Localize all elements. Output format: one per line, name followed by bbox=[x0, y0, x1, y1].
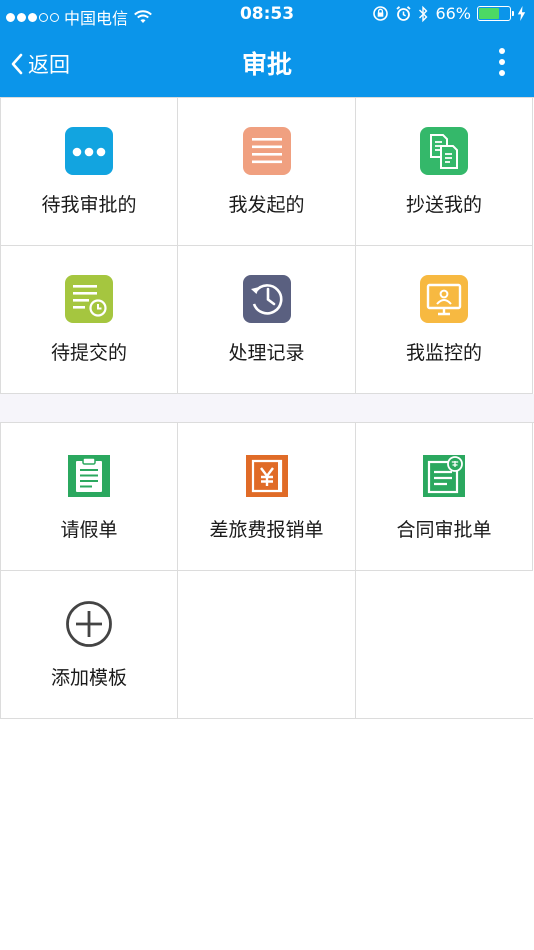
empty-cell bbox=[356, 571, 533, 719]
more-vertical-icon bbox=[499, 48, 505, 54]
list-lines-icon bbox=[242, 127, 291, 175]
cell-label: 差旅费报销单 bbox=[209, 519, 324, 541]
yen-receipt-icon bbox=[245, 455, 288, 497]
app-root: 中国电信 08:53 66% 返回 审批 待我审批的 我发起的 抄送我的 待提交… bbox=[0, 0, 534, 950]
status-right: 66% bbox=[372, 4, 526, 23]
pending-my-approval-cell[interactable]: 待我审批的 bbox=[1, 98, 178, 246]
page-title: 审批 bbox=[241, 50, 292, 79]
to-submit-cell[interactable]: 待提交的 bbox=[1, 246, 178, 394]
cell-label: 我监控的 bbox=[405, 342, 482, 364]
battery-fill bbox=[479, 8, 499, 19]
empty-cell bbox=[178, 571, 356, 719]
battery-icon bbox=[477, 6, 514, 21]
nav-bar: 返回 审批 bbox=[0, 30, 534, 97]
cell-label: 我发起的 bbox=[228, 194, 305, 216]
initiated-by-me-cell[interactable]: 我发起的 bbox=[178, 98, 356, 246]
cell-label: 处理记录 bbox=[228, 342, 305, 364]
cell-label: 待提交的 bbox=[50, 342, 127, 364]
travel-expense-cell[interactable]: 差旅费报销单 bbox=[178, 423, 356, 571]
documents-icon bbox=[420, 127, 468, 175]
bluetooth-icon bbox=[419, 5, 428, 22]
status-bar: 中国电信 08:53 66% bbox=[0, 0, 534, 30]
history-icon bbox=[242, 275, 291, 323]
clipboard-icon bbox=[68, 455, 110, 497]
cell-label: 合同审批单 bbox=[396, 519, 492, 541]
monitored-by-me-cell[interactable]: 我监控的 bbox=[356, 246, 533, 394]
cell-label: 待我审批的 bbox=[41, 194, 137, 216]
battery-percent: 66% bbox=[435, 4, 471, 23]
more-dots-icon bbox=[65, 127, 113, 175]
template-grid: 请假单 差旅费报销单 合同审批单 添加模板 bbox=[0, 422, 534, 719]
alarm-icon bbox=[396, 6, 412, 21]
approval-grid: 待我审批的 我发起的 抄送我的 待提交的 处理记录 我监控的 bbox=[0, 97, 534, 394]
charging-icon bbox=[517, 6, 526, 21]
orientation-lock-icon bbox=[373, 6, 389, 21]
contract-approval-cell[interactable]: 合同审批单 bbox=[356, 423, 533, 571]
add-circle-icon bbox=[66, 601, 112, 647]
more-menu-button[interactable] bbox=[492, 48, 512, 80]
processing-history-cell[interactable]: 处理记录 bbox=[178, 246, 356, 394]
contract-purchase-icon bbox=[423, 455, 465, 497]
cell-label: 抄送我的 bbox=[405, 194, 482, 216]
doc-clock-icon bbox=[65, 275, 113, 323]
monitor-user-icon bbox=[420, 275, 468, 323]
cell-label: 添加模板 bbox=[50, 667, 127, 689]
add-template-cell[interactable]: 添加模板 bbox=[1, 571, 178, 719]
section-divider bbox=[0, 394, 534, 422]
cell-label: 请假单 bbox=[60, 519, 118, 541]
leave-request-cell[interactable]: 请假单 bbox=[1, 423, 178, 571]
top-bar: 中国电信 08:53 66% 返回 审批 bbox=[0, 0, 534, 97]
cc-to-me-cell[interactable]: 抄送我的 bbox=[356, 98, 533, 246]
